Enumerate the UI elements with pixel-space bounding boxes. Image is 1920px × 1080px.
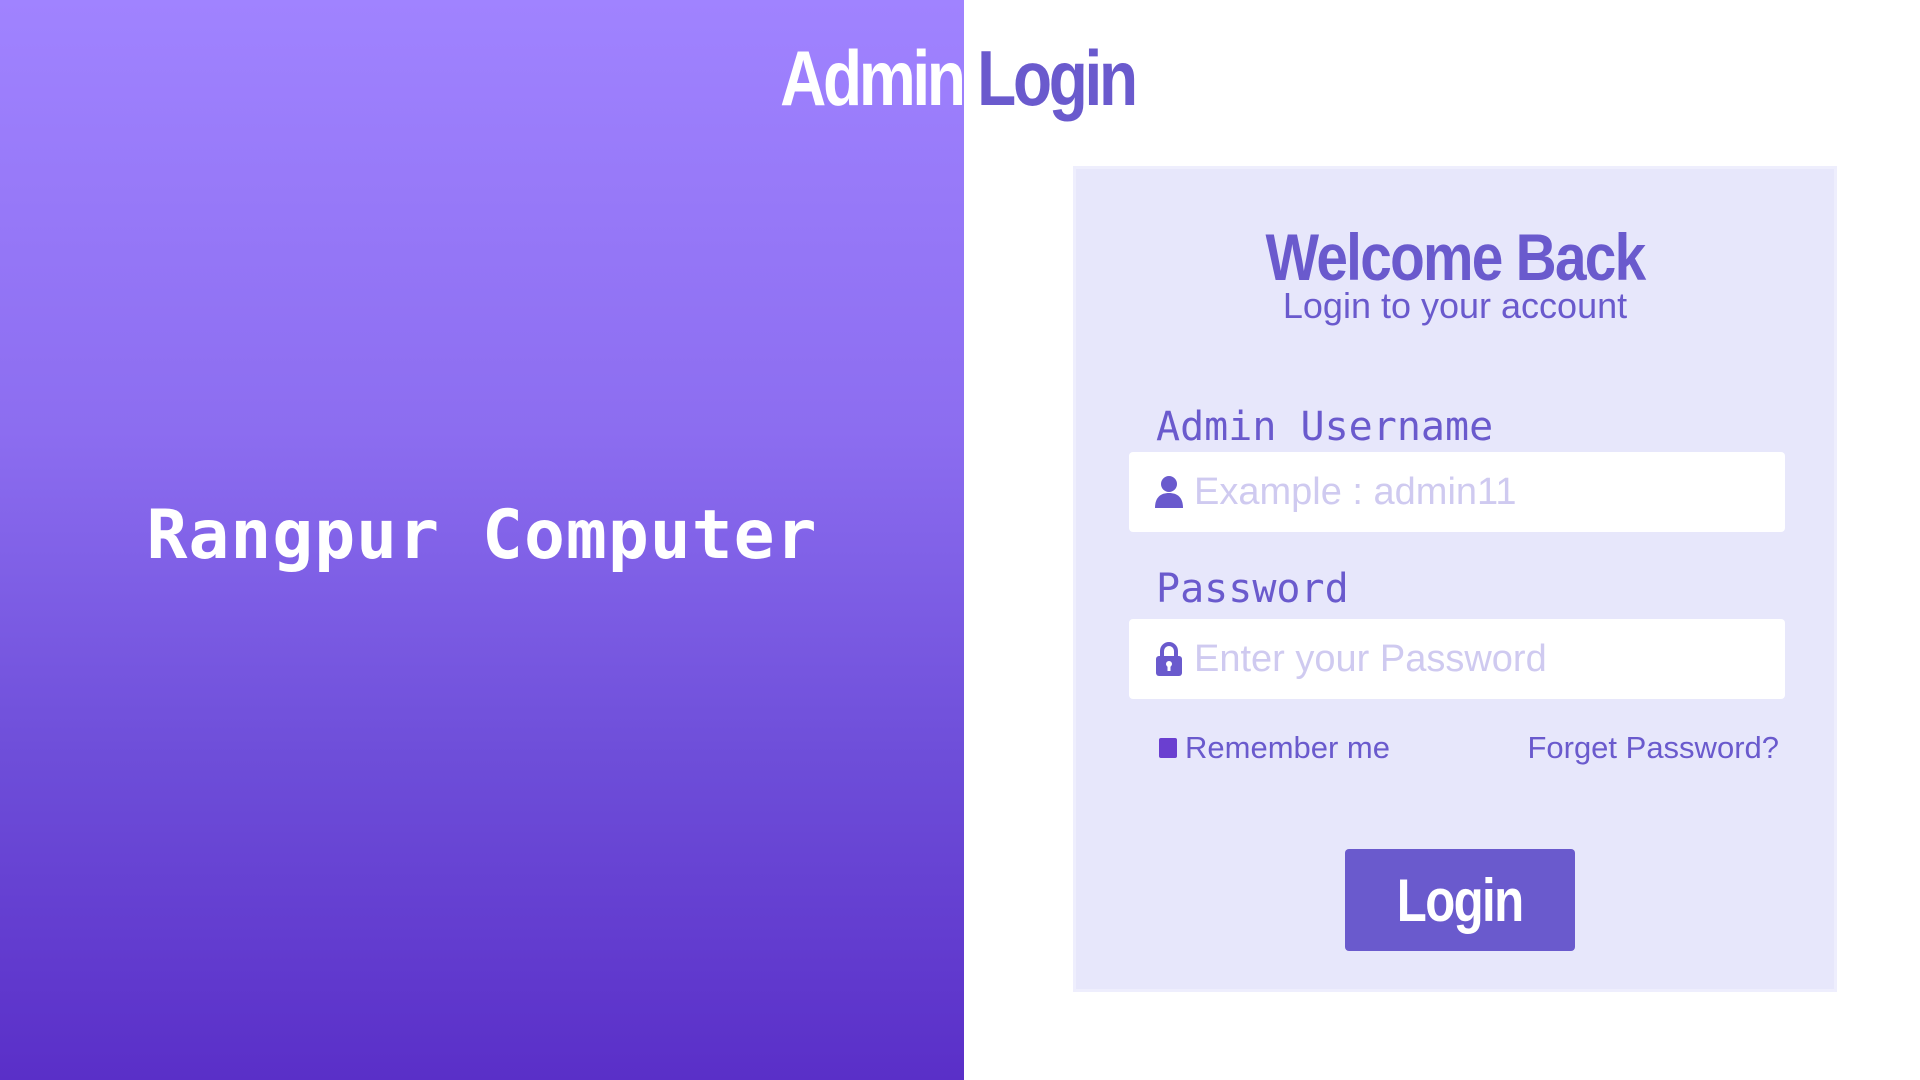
password-field[interactable] (1129, 619, 1785, 699)
password-label: Password (1156, 566, 1349, 612)
login-subtitle: Login to your account (1282, 285, 1628, 326)
username-label: Admin Username (1156, 404, 1494, 450)
brand-name: Rangpur Computer (146, 496, 818, 575)
remember-me[interactable]: Remember me (1159, 730, 1390, 766)
username-input[interactable] (1194, 470, 1754, 514)
login-card: Welcome Back Login to your account Admin… (1073, 166, 1837, 992)
user-icon (1154, 473, 1184, 511)
login-page: Rangpur Computer Admin Login Welcome Bac… (0, 0, 1920, 1080)
username-field[interactable] (1129, 452, 1785, 532)
page-title-part-login: Login (977, 34, 1138, 122)
remember-me-checkbox[interactable] (1159, 738, 1177, 758)
login-button[interactable]: Login (1345, 849, 1575, 951)
remember-me-label: Remember me (1185, 730, 1390, 765)
password-input[interactable] (1194, 637, 1754, 681)
page-title: Admin Login (170, 28, 1744, 128)
login-button-label: Login (1397, 866, 1524, 934)
page-title-part-admin: Admin (780, 34, 966, 122)
brand-panel: Rangpur Computer (0, 0, 964, 1080)
lock-icon (1154, 640, 1184, 678)
forgot-password-link[interactable]: Forget Password? (1527, 730, 1779, 766)
welcome-heading: Welcome Back (1265, 220, 1647, 294)
